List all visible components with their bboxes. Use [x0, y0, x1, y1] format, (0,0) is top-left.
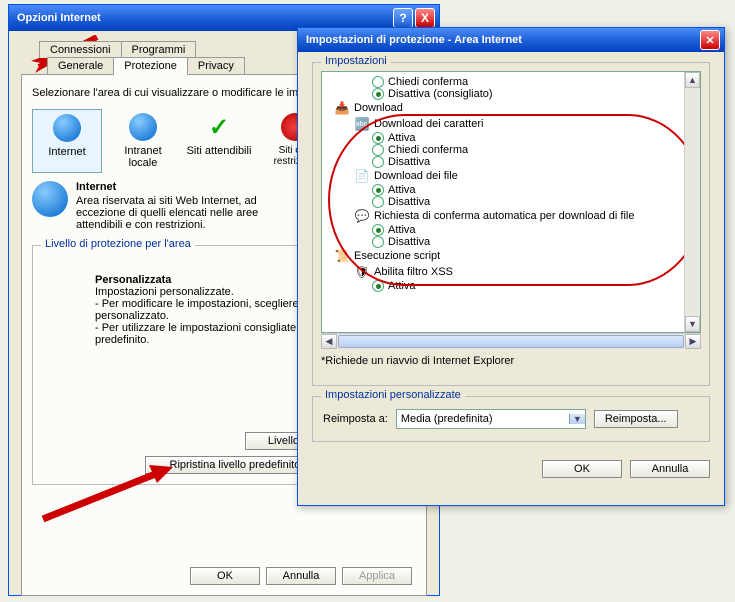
window-title: Impostazioni di protezione - Area Intern…	[306, 34, 700, 46]
dialog-buttons: OK Annulla Applica	[190, 567, 412, 585]
dialog-buttons: OK Annulla	[312, 460, 710, 478]
tab-programs[interactable]: Programmi	[121, 41, 197, 58]
group-scripting: 📜Esecuzione script	[334, 248, 700, 264]
restart-note: *Richiede un riavvio di Internet Explore…	[321, 355, 701, 367]
file-icon: 📄	[354, 168, 370, 184]
tab-connections[interactable]: Connessioni	[39, 41, 122, 58]
subgroup-file-download: 📄Download dei file	[354, 168, 700, 184]
subgroup-xss-filter: 🛡Abilita filtro XSS	[354, 264, 700, 280]
scroll-left-button[interactable]: ◀	[321, 334, 337, 349]
scroll-up-button[interactable]: ▲	[685, 72, 700, 88]
radio-option[interactable]: Chiedi conferma	[372, 76, 700, 88]
radio-option[interactable]: Chiedi conferma	[372, 144, 700, 156]
radio-option[interactable]: Disattiva	[372, 156, 700, 168]
radio-option[interactable]: Attiva	[372, 280, 700, 292]
reset-level-dropdown[interactable]: Media (predefinita) ▼	[396, 409, 586, 429]
scroll-thumb[interactable]	[338, 335, 684, 348]
zone-internet[interactable]: Internet	[32, 109, 102, 173]
shield-icon: 🛡	[354, 264, 370, 280]
tab-security[interactable]: Protezione	[113, 57, 188, 76]
globe-lan-icon	[129, 113, 157, 141]
settings-tree[interactable]: Chiedi conferma Disattiva (consigliato) …	[321, 71, 701, 333]
custom-settings-fieldset: Impostazioni personalizzate Reimposta a:…	[312, 396, 710, 442]
zone-label: Siti attendibili	[186, 145, 252, 157]
radio-option[interactable]: Attiva	[372, 224, 700, 236]
help-button[interactable]: ?	[393, 8, 413, 28]
window-title: Opzioni Internet	[17, 12, 391, 24]
group-download: 📥Download	[334, 100, 700, 116]
settings-fieldset: Impostazioni Chiedi conferma Disattiva (…	[312, 62, 710, 386]
globe-icon	[32, 181, 68, 217]
fieldset-legend: Livello di protezione per l'area	[41, 238, 195, 250]
chevron-down-icon[interactable]: ▼	[569, 414, 585, 424]
zone-label: Internet	[35, 146, 99, 158]
download-icon: 📥	[334, 100, 350, 116]
reset-to-label: Reimposta a:	[323, 413, 388, 425]
font-icon: 🔤	[354, 116, 370, 132]
ok-button[interactable]: OK	[542, 460, 622, 478]
radio-option[interactable]: Attiva	[372, 184, 700, 196]
apply-button: Applica	[342, 567, 412, 585]
zone-desc-line: attendibili e con restrizioni.	[76, 219, 258, 231]
security-settings-window: Impostazioni di protezione - Area Intern…	[297, 27, 725, 506]
zone-intranet[interactable]: Intranet locale	[108, 109, 178, 173]
radio-option[interactable]: Attiva	[372, 132, 700, 144]
scroll-down-button[interactable]: ▼	[685, 316, 700, 332]
zone-desc-line: Area riservata ai siti Web Internet, ad	[76, 195, 258, 207]
custom-title: Personalizzata	[95, 274, 171, 286]
tab-privacy[interactable]: Privacy	[187, 57, 245, 74]
fieldset-legend: Impostazioni personalizzate	[321, 389, 465, 401]
close-button[interactable]: ✕	[700, 30, 720, 50]
subgroup-font-download: 🔤Download dei caratteri	[354, 116, 700, 132]
check-icon: ✓	[205, 113, 233, 141]
radio-option[interactable]: Disattiva	[372, 236, 700, 248]
script-icon: 📜	[334, 248, 350, 264]
subgroup-auto-prompt: 💬Richiesta di conferma automatica per do…	[354, 208, 700, 224]
fieldset-legend: Impostazioni	[321, 55, 391, 67]
prompt-icon: 💬	[354, 208, 370, 224]
horizontal-scrollbar[interactable]: ◀ ▶	[321, 333, 701, 349]
zone-trusted[interactable]: ✓ Siti attendibili	[184, 109, 254, 173]
globe-icon	[53, 114, 81, 142]
cancel-button[interactable]: Annulla	[266, 567, 336, 585]
cancel-button[interactable]: Annulla	[630, 460, 710, 478]
reset-button[interactable]: Reimposta...	[594, 410, 678, 428]
scroll-right-button[interactable]: ▶	[685, 334, 701, 349]
radio-option[interactable]: Disattiva	[372, 196, 700, 208]
radio-option[interactable]: Disattiva (consigliato)	[372, 88, 700, 100]
zone-desc-title: Internet	[76, 181, 258, 193]
tab-general[interactable]: Generale	[47, 57, 114, 74]
titlebar[interactable]: Impostazioni di protezione - Area Intern…	[298, 28, 724, 52]
dropdown-value: Media (predefinita)	[397, 413, 569, 425]
ok-button[interactable]: OK	[190, 567, 260, 585]
zone-label: Intranet locale	[110, 145, 176, 169]
close-button[interactable]: X	[415, 8, 435, 28]
vertical-scrollbar[interactable]: ▲ ▼	[684, 72, 700, 332]
zone-desc-line: eccezione di quelli elencati nelle aree	[76, 207, 258, 219]
